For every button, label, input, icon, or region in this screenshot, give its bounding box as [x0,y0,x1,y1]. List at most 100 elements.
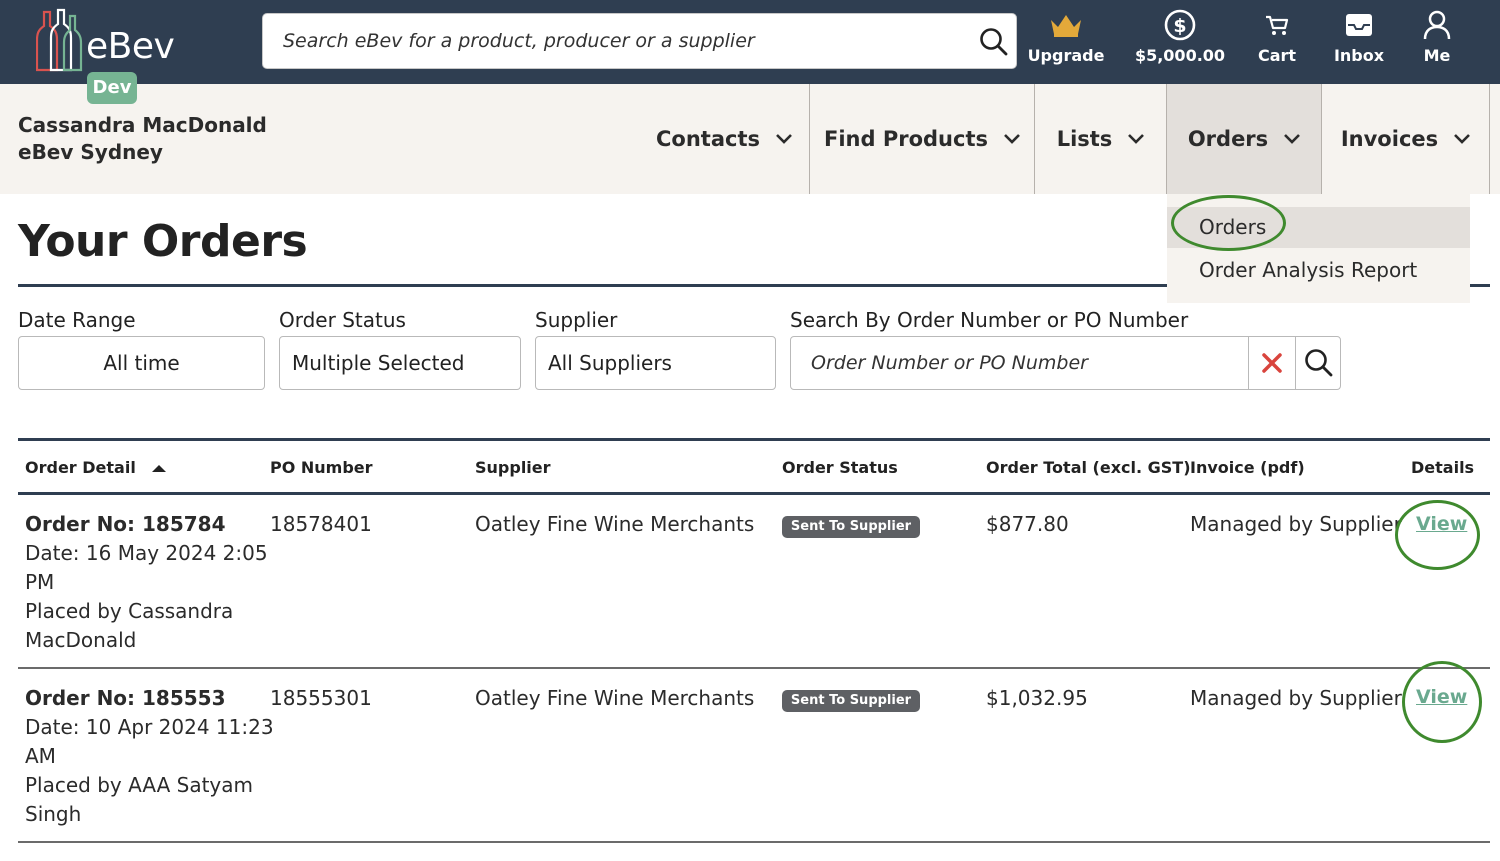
nav-tab-contacts[interactable]: Contacts [640,84,808,194]
nav-divider [1489,84,1490,194]
status-badge: Sent To Supplier [782,690,920,712]
order-detail-cell: Order No: 185553 Date: 10 Apr 2024 11:23… [25,684,274,829]
search-button[interactable] [974,22,1014,62]
nav-tab-invoices[interactable]: Invoices [1322,84,1489,194]
date-range-value: All time [103,351,180,375]
row-divider [18,667,1490,669]
dollar-circle-icon: $ [1164,9,1196,41]
order-search-label: Search By Order Number or PO Number [790,308,1189,332]
logo-text: eBev [86,26,175,67]
inbox-icon [1346,14,1372,36]
order-total-cell: $1,032.95 [986,686,1088,710]
crown-icon [1051,15,1081,37]
upgrade-label: Upgrade [1027,46,1105,65]
me-label: Me [1423,46,1451,65]
bottles-logo-icon [35,8,83,72]
order-number: Order No: 185553 [25,686,226,710]
row-divider [18,841,1490,843]
ebev-logo[interactable]: eBev [35,8,186,74]
column-header-order-detail[interactable]: Order Detail [25,458,167,477]
menu-item-orders[interactable]: Orders [1167,207,1470,248]
column-header-order-total: Order Total (excl. GST) [986,458,1191,477]
chevron-down-icon [776,134,792,144]
balance-label: $5,000.00 [1134,46,1226,65]
order-number: Order No: 185784 [25,512,226,536]
user-icon [1423,10,1451,40]
cart-button[interactable]: Cart [1256,6,1298,78]
nav-tab-label: Find Products [824,127,988,151]
order-search-input[interactable] [811,337,1241,389]
inbox-label: Inbox [1333,46,1385,65]
sort-ascending-icon [152,465,167,472]
po-number-cell: 18555301 [270,686,372,710]
nav-tab-label: Orders [1187,127,1269,151]
env-badge: Dev [87,72,137,104]
search-icon [980,28,1008,56]
menu-item-order-analysis-report[interactable]: Order Analysis Report [1167,250,1470,291]
chevron-down-icon [1284,134,1301,144]
placed-by: Placed by Cassandra [25,599,234,623]
order-status-label: Order Status [279,308,406,332]
column-header-order-status: Order Status [782,458,898,477]
clear-search-button[interactable] [1248,337,1295,389]
svg-text:$: $ [1173,15,1186,37]
nav-tab-orders[interactable]: Orders [1167,84,1321,194]
order-detail-cell: Order No: 185784 Date: 16 May 2024 2:05 … [25,510,268,655]
nav-tab-find-products[interactable]: Find Products [810,84,1034,194]
cart-icon [1266,15,1289,35]
order-total-cell: $877.80 [986,512,1069,536]
order-date: Date: 16 May 2024 2:05 [25,541,268,565]
column-header-po-number: PO Number [270,458,373,477]
cart-label: Cart [1257,46,1297,65]
order-status-value: Multiple Selected [292,351,465,375]
upgrade-button[interactable]: Upgrade [1028,6,1104,78]
wallet-balance-button[interactable]: $ $5,000.00 [1135,6,1225,78]
supplier-label: Supplier [535,308,618,332]
supplier-select[interactable]: All Suppliers [535,336,776,390]
order-search [790,336,1341,390]
invoice-cell: Managed by Supplier [1190,512,1402,536]
global-search-input[interactable] [283,14,973,68]
status-badge: Sent To Supplier [782,516,920,538]
supplier-value: All Suppliers [548,351,672,375]
view-order-link[interactable]: View [1416,513,1467,535]
me-button[interactable]: Me [1420,6,1454,78]
order-date: Date: 10 Apr 2024 11:23 [25,715,274,739]
orders-dropdown-menu: Orders Order Analysis Report [1167,194,1470,303]
column-header-invoice: Invoice (pdf) [1190,458,1305,477]
nav-tab-label: Invoices [1340,127,1439,151]
nav-tab-label: Lists [1056,127,1113,151]
inbox-button[interactable]: Inbox [1333,6,1385,78]
user-block: Cassandra MacDonald eBev Sydney [18,112,267,166]
po-number-cell: 18578401 [270,512,372,536]
chevron-down-icon [1128,134,1145,144]
chevron-down-icon [1454,134,1471,144]
order-date-cont: AM [25,744,56,768]
nav-tab-lists[interactable]: Lists [1035,84,1166,194]
annotation-circle [1395,500,1480,570]
placed-by-cont: MacDonald [25,628,137,652]
placed-by-cont: Singh [25,802,82,826]
nav-tab-label: Contacts [656,127,760,151]
placed-by: Placed by AAA Satyam [25,773,253,797]
order-date-cont: PM [25,570,55,594]
date-range-label: Date Range [18,308,136,332]
global-search [262,13,1017,69]
order-search-button[interactable] [1295,337,1341,389]
page-title: Your Orders [18,216,308,267]
chevron-down-icon [1004,134,1020,144]
date-range-select[interactable]: All time [18,336,265,390]
view-order-link[interactable]: View [1416,686,1467,708]
table-top-rule [18,438,1490,441]
company-name: eBev Sydney [18,140,163,164]
order-status-select[interactable]: Multiple Selected [279,336,521,390]
column-header-supplier: Supplier [475,458,551,477]
invoice-cell: Managed by Supplier [1190,686,1402,710]
close-icon [1262,353,1282,373]
top-bar: eBev Dev Upgrade $ $5,000.00 [0,0,1500,104]
column-header-details: Details [1411,458,1475,477]
sub-header: Cassandra MacDonald eBev Sydney Contacts… [0,84,1500,194]
supplier-cell: Oatley Fine Wine Merchants [475,686,755,710]
supplier-cell: Oatley Fine Wine Merchants [475,512,755,536]
user-name: Cassandra MacDonald [18,113,267,137]
